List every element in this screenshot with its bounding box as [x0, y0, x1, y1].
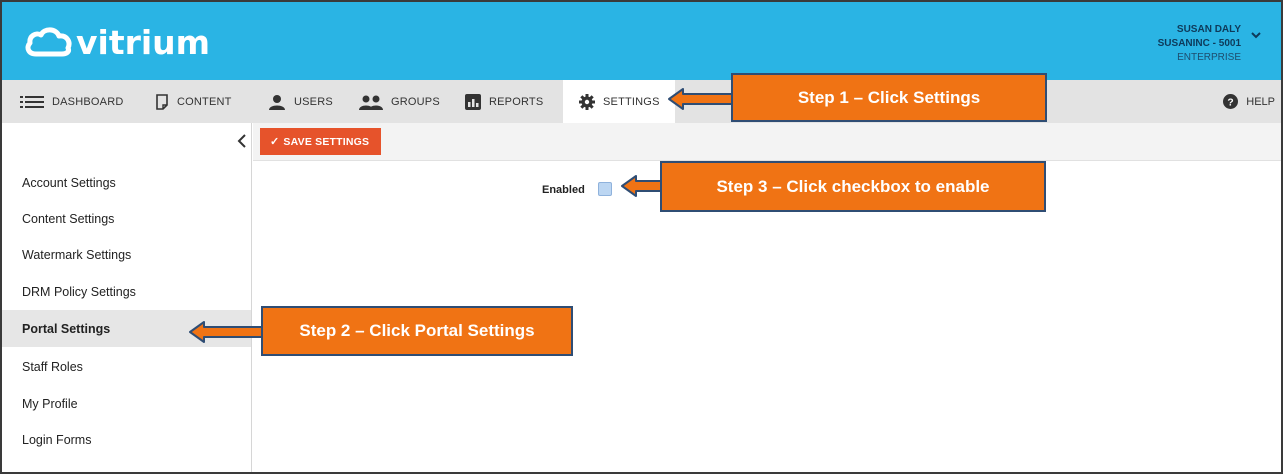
enabled-checkbox[interactable] [598, 182, 612, 196]
help-icon: ? [1223, 94, 1239, 109]
step3-text: Step 3 – Click checkbox to enable [716, 176, 990, 196]
step2-callout: Step 2 – Click Portal Settings [261, 306, 573, 356]
save-settings-label: SAVE SETTINGS [283, 135, 370, 148]
user-icon [269, 94, 285, 110]
help-link[interactable]: ? HELP [1223, 80, 1281, 123]
nav-dashboard-label: DASHBOARD [52, 95, 124, 108]
settings-toolbar: ✓ SAVE SETTINGS [253, 123, 1281, 161]
nav-content-label: CONTENT [177, 95, 232, 108]
cloud-logo-icon [25, 27, 72, 57]
settings-sidebar: Account Settings Content Settings Waterm… [2, 123, 252, 472]
vitrium-logo[interactable]: vitrium [24, 20, 210, 64]
top-header: vitrium SUSAN DALY SUSANINC - 5001 ENTER… [2, 2, 1281, 80]
step1-callout: Step 1 – Click Settings [731, 73, 1047, 122]
step2-text: Step 2 – Click Portal Settings [299, 321, 535, 340]
bar-chart-icon [465, 93, 481, 110]
nav-groups-label: GROUPS [391, 95, 440, 108]
main-nav: DASHBOARD CONTENT USERS GROUPS REPORTS S… [2, 80, 1281, 123]
enabled-label: Enabled [542, 184, 585, 196]
app-window: vitrium SUSAN DALY SUSANINC - 5001 ENTER… [0, 0, 1283, 474]
sidebar-item-content-settings[interactable]: Content Settings [2, 200, 251, 237]
nav-users-label: USERS [294, 95, 333, 108]
sidebar-item-my-profile[interactable]: My Profile [2, 385, 251, 422]
sidebar-item-staff-roles[interactable]: Staff Roles [2, 348, 251, 385]
step2-arrow [189, 321, 263, 343]
step1-text: Step 1 – Click Settings [797, 87, 981, 107]
nav-settings[interactable]: SETTINGS [563, 80, 675, 123]
sidebar-item-login-forms[interactable]: Login Forms [2, 421, 251, 458]
group-icon [359, 95, 383, 110]
user-menu[interactable]: SUSAN DALY SUSANINC - 5001 ENTERPRISE [1158, 23, 1241, 65]
logo-text: vitrium [76, 22, 211, 62]
nav-reports[interactable]: REPORTS [465, 80, 543, 123]
svg-text:?: ? [1228, 97, 1234, 108]
help-label: HELP [1246, 95, 1275, 108]
gear-icon [579, 93, 595, 110]
user-name: SUSAN DALY [1176, 24, 1241, 35]
check-icon: ✓ [270, 136, 280, 148]
nav-reports-label: REPORTS [489, 95, 544, 108]
nav-content[interactable]: CONTENT [155, 80, 232, 123]
list-icon [20, 95, 44, 108]
nav-groups[interactable]: GROUPS [359, 80, 440, 123]
chevron-left-icon[interactable] [236, 133, 248, 149]
nav-settings-label: SETTINGS [603, 95, 660, 108]
nav-users[interactable]: USERS [268, 80, 333, 123]
chevron-down-icon[interactable] [1249, 28, 1263, 42]
account-name: SUSANINC - 5001 [1157, 38, 1241, 49]
sidebar-item-watermark-settings[interactable]: Watermark Settings [2, 236, 251, 273]
step1-arrow [668, 88, 734, 110]
sidebar-item-drm-policy-settings[interactable]: DRM Policy Settings [2, 273, 251, 310]
save-settings-button[interactable]: ✓ SAVE SETTINGS [260, 128, 382, 155]
sidebar-item-account-settings[interactable]: Account Settings [2, 164, 251, 201]
account-tier: ENTERPRISE [1177, 52, 1241, 63]
document-icon [156, 93, 168, 110]
step3-callout: Step 3 – Click checkbox to enable [660, 161, 1046, 212]
nav-dashboard[interactable]: DASHBOARD [20, 80, 123, 123]
step3-arrow [621, 175, 663, 197]
